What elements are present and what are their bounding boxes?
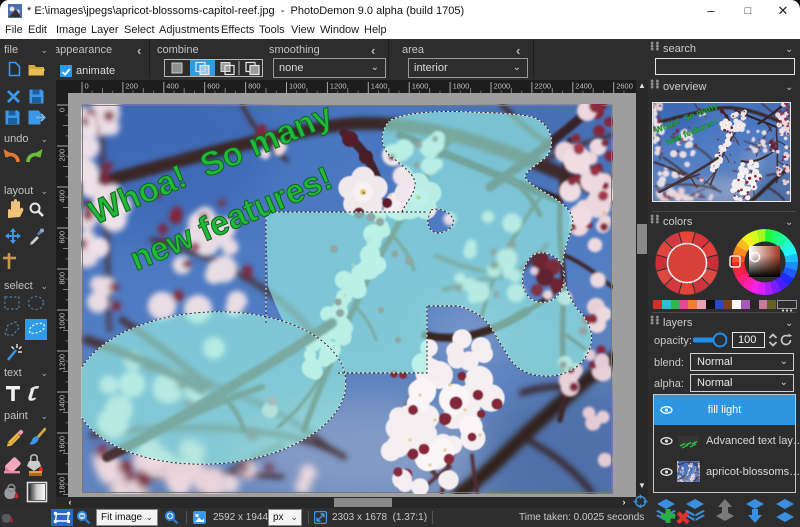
- svg-text:600: 600: [58, 231, 67, 244]
- svg-text:1800: 1800: [58, 477, 67, 494]
- svg-text:600: 600: [207, 82, 220, 91]
- svg-text:800: 800: [248, 82, 261, 91]
- svg-text:1800: 1800: [453, 82, 470, 91]
- svg-text:2400: 2400: [575, 82, 592, 91]
- svg-text:400: 400: [58, 190, 67, 203]
- svg-text:1400: 1400: [371, 82, 388, 91]
- svg-text:200: 200: [58, 149, 67, 162]
- svg-text:1600: 1600: [412, 82, 429, 91]
- svg-text:0: 0: [58, 108, 67, 112]
- svg-text:400: 400: [166, 82, 179, 91]
- svg-text:1200: 1200: [330, 82, 347, 91]
- svg-text:1200: 1200: [58, 354, 67, 371]
- svg-text:2200: 2200: [534, 82, 551, 91]
- svg-text:1600: 1600: [58, 436, 67, 453]
- svg-text:200: 200: [125, 82, 138, 91]
- svg-text:1000: 1000: [58, 313, 67, 330]
- svg-text:1400: 1400: [58, 395, 67, 412]
- svg-text:2000: 2000: [494, 82, 511, 91]
- svg-text:2600: 2600: [616, 82, 633, 91]
- svg-text:800: 800: [58, 272, 67, 285]
- svg-text:1000: 1000: [289, 82, 306, 91]
- svg-text:0: 0: [85, 82, 89, 91]
